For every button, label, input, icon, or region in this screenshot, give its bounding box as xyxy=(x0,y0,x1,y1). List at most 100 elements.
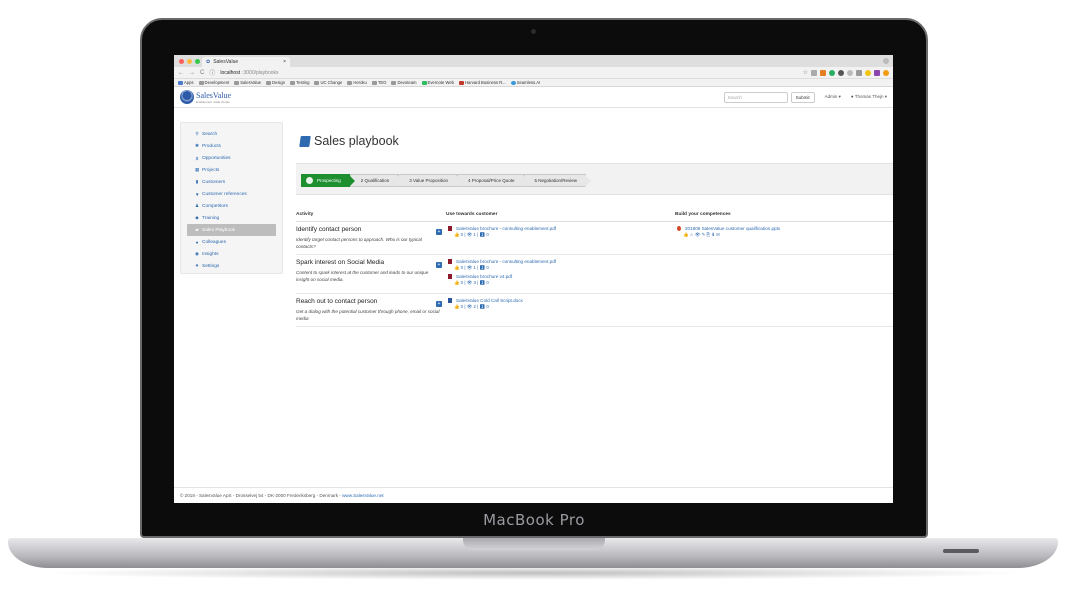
bookmark-design[interactable]: Design xyxy=(266,80,285,85)
step-label: 3 Value Proposition xyxy=(409,178,448,183)
competence-link[interactable]: 201805 SalesValue customer qualification… xyxy=(677,226,893,231)
column-build-competences: Build your competences xyxy=(675,212,731,217)
back-icon[interactable]: ← xyxy=(178,70,184,76)
document-link[interactable]: SalesValue Cold Call Script.docx xyxy=(448,298,675,303)
extension-icon[interactable] xyxy=(847,69,853,76)
sidebar-item-label: Settings xyxy=(202,263,220,269)
sidebar-item-label: Search xyxy=(202,131,218,137)
extension-icon[interactable] xyxy=(838,69,844,76)
bookmark-salesvalue[interactable]: SalesValue xyxy=(234,80,261,85)
bookmark-harvard[interactable]: Harvard Business R... xyxy=(459,80,506,85)
book-icon: ▰ xyxy=(195,227,199,232)
add-icon[interactable]: + xyxy=(436,229,442,235)
info-icon[interactable]: ⓘ xyxy=(209,68,215,77)
add-icon[interactable]: + xyxy=(436,262,442,268)
bookmark-heroku[interactable]: Heroku xyxy=(347,80,367,85)
minimize-window-button[interactable] xyxy=(187,59,192,64)
bookmark-testing[interactable]: Testing xyxy=(290,80,309,85)
extension-icon[interactable] xyxy=(829,69,835,76)
url-field[interactable]: localhost:3000/playbooks xyxy=(220,70,278,76)
document-link[interactable]: SalesValue brochure v4.pdf xyxy=(448,274,675,279)
apps-icon xyxy=(178,80,183,85)
search-input[interactable]: Search xyxy=(723,91,788,103)
document-link[interactable]: SalesValue brochure - consulting enablem… xyxy=(448,259,675,264)
bookmark-devoteam[interactable]: Devoteam xyxy=(391,80,417,85)
sidebar-item-search[interactable]: ⚲ Search xyxy=(187,128,276,140)
sidebar-item-sales-playbook[interactable]: ▰ Sales Playbook xyxy=(187,224,276,236)
maximize-window-button[interactable] xyxy=(195,59,200,64)
folder-icon xyxy=(347,80,353,85)
sidebar-item-training[interactable]: ◆ Training xyxy=(187,212,276,224)
table-header: Activity Use towards customer Build your… xyxy=(296,212,893,222)
sidebar-item-customers[interactable]: ▮ Customers xyxy=(187,176,276,188)
bookmark-apps[interactable]: Apps xyxy=(178,80,194,85)
step-5[interactable]: 5 Negotiation/Review xyxy=(523,174,591,187)
activity-cell: Reach out to contact person Get a dialog … xyxy=(296,298,446,322)
sidebar-item-insights[interactable]: ◉ Insights xyxy=(187,248,276,260)
submit-button[interactable]: Submit xyxy=(790,91,815,103)
step-3[interactable]: 3 Value Proposition xyxy=(398,174,462,187)
document-name: SalesValue brochure - consulting enablem… xyxy=(456,259,557,264)
sidebar-item-label: Competitors xyxy=(202,203,228,209)
logo-tagline: Enablement made simple xyxy=(196,99,230,104)
pdf-file-icon xyxy=(448,259,452,264)
page-title: Sales playbook xyxy=(299,134,399,148)
sidebar-item-projects[interactable]: ▦ Projects xyxy=(187,164,276,176)
reload-icon[interactable]: C xyxy=(200,70,204,76)
step-4[interactable]: 4 Proposal/Price Quote xyxy=(457,174,529,187)
bookmark-uc-change[interactable]: UC Change xyxy=(314,80,342,85)
sidebar-item-colleagues[interactable]: ● Colleagues xyxy=(187,236,276,248)
favicon-icon: ✿ xyxy=(206,59,211,65)
step-1[interactable]: Prospecting xyxy=(301,174,355,187)
extension-icon[interactable] xyxy=(874,69,880,76)
bookmark-seamless[interactable]: Seamless.AI xyxy=(510,80,540,85)
sidebar-item-customer-references[interactable]: ▼ Customer references xyxy=(187,188,276,200)
document-stats: 👍 0 | 👁 3 | ⬇ 0 xyxy=(454,280,489,285)
column-activity: Activity xyxy=(296,212,314,217)
sidebar-item-competitors[interactable]: ♟ Competitors xyxy=(187,200,276,212)
pptx-file-icon xyxy=(677,226,681,231)
add-icon[interactable]: + xyxy=(436,301,442,307)
browser-tab[interactable]: ✿ SalesValue × xyxy=(202,57,290,67)
star-icon[interactable]: ☆ xyxy=(803,69,808,76)
customer-docs-cell: SalesValue Cold Call Script.docx 👍 0 | 👁 … xyxy=(446,298,675,322)
activity-title: Reach out to contact person xyxy=(296,298,378,305)
logo[interactable]: SalesValue Enablement made simple xyxy=(180,90,231,104)
footer-link[interactable]: www.SalesValue.net xyxy=(342,493,384,498)
graduation-icon: ◆ xyxy=(195,215,199,220)
building-icon: ▮ xyxy=(195,179,199,184)
user-menu[interactable]: ● Thomas Thejn ▾ xyxy=(851,94,887,100)
bookmark-teo[interactable]: TEO xyxy=(371,80,386,85)
extension-icon[interactable] xyxy=(811,69,817,76)
extension-icon[interactable] xyxy=(883,69,889,76)
forward-icon[interactable]: → xyxy=(189,70,195,76)
laptop-mockup: MacBook Pro ✿ SalesValue × ← → C ⓘ local… xyxy=(0,0,1066,614)
tab-close-icon[interactable]: × xyxy=(283,59,286,65)
search-icon: ⚲ xyxy=(195,131,199,136)
sidebar-item-settings[interactable]: ✷ Settings xyxy=(187,260,276,272)
admin-menu[interactable]: Admin ▾ xyxy=(825,94,841,100)
sidebar-item-label: Colleagues xyxy=(202,239,227,245)
browser-tabbar: ✿ SalesValue × xyxy=(174,55,893,67)
products-icon: ✱ xyxy=(195,143,199,148)
step-2[interactable]: 2 Qualification xyxy=(349,174,403,187)
folder-icon xyxy=(234,80,240,85)
bookmark-evernote[interactable]: Evernote Web xyxy=(421,80,454,85)
check-icon xyxy=(306,177,313,184)
activity-description: Get a dialog with the potential customer… xyxy=(296,309,440,321)
sidebar-item-products[interactable]: ✱ Products xyxy=(187,140,276,152)
competences-cell: 201805 SalesValue customer qualification… xyxy=(675,226,893,250)
profile-button[interactable] xyxy=(883,58,889,64)
document-link[interactable]: SalesValue brochure - consulting enablem… xyxy=(448,226,675,231)
extension-icon[interactable] xyxy=(865,69,871,76)
seamless-icon xyxy=(510,80,516,85)
close-window-button[interactable] xyxy=(179,59,184,64)
column-use-towards-customer: Use towards customer xyxy=(446,212,498,217)
lightbulb-icon: ◉ xyxy=(195,251,199,256)
bookmark-development[interactable]: Development xyxy=(198,80,229,85)
extension-icon[interactable] xyxy=(856,69,862,76)
book-icon xyxy=(299,135,311,147)
extension-icon[interactable] xyxy=(820,69,826,76)
sidebar-item-opportunities[interactable]: $ Opportunities xyxy=(187,152,276,164)
dollar-icon: $ xyxy=(195,155,199,161)
